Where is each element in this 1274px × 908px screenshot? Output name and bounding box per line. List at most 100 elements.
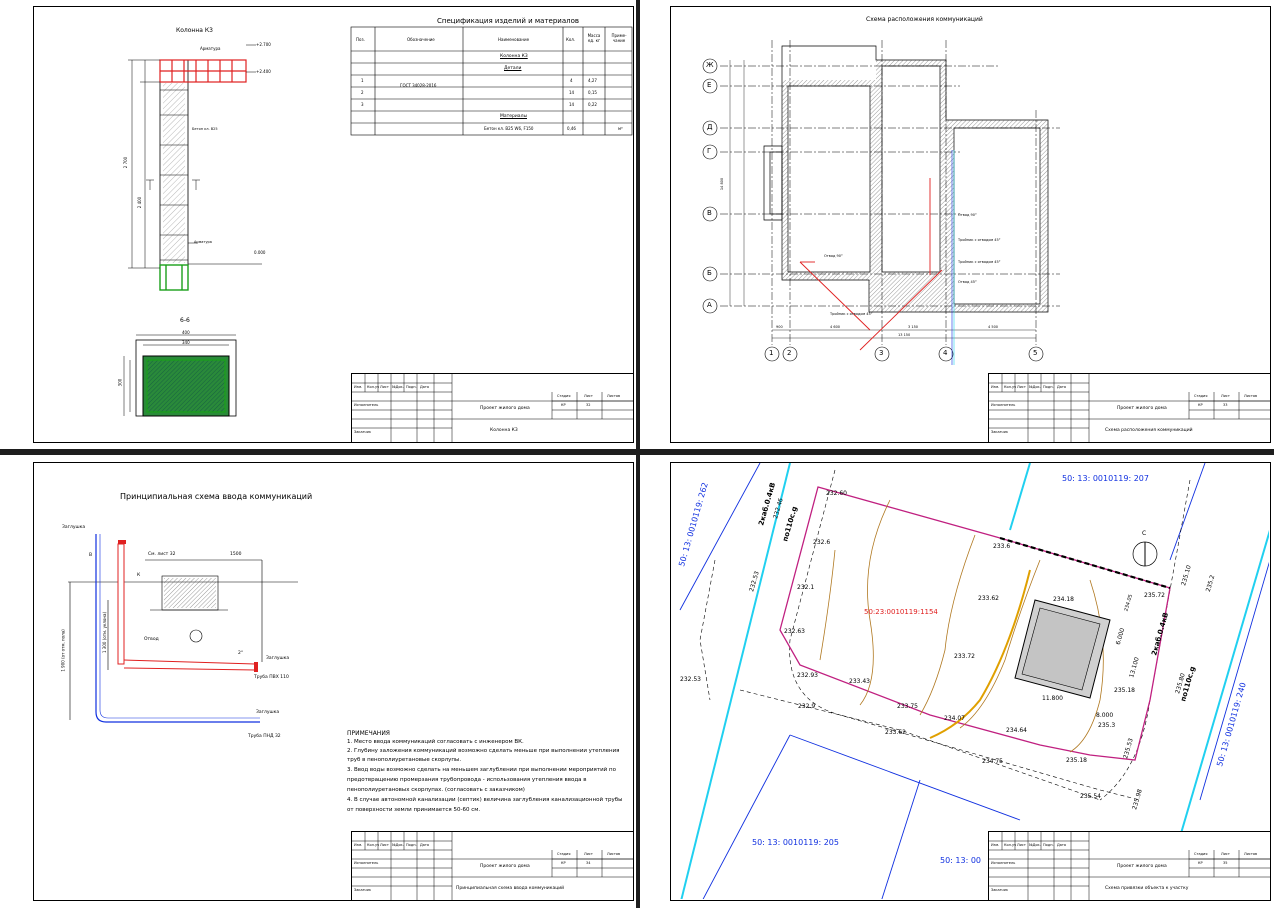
site-elev-6: 232.63: [784, 628, 805, 635]
site-cadastral-main: 50:23:0010119:1154: [864, 608, 938, 616]
label-mark2: +2.400: [256, 69, 271, 74]
site-elev-18: 235.3: [1098, 722, 1116, 729]
column-title: Колонна К3: [176, 27, 213, 34]
site-dim-1: 11.800: [1042, 695, 1063, 702]
stamp3-stage: КР: [561, 861, 566, 865]
stamp3-col-sheet: Лист: [584, 852, 593, 856]
site-elev-9: 233.43: [849, 678, 870, 685]
spec-material-unit: м³: [618, 126, 623, 131]
site-elev-26: 234.18: [1053, 596, 1074, 603]
scheme-sm-list: См. лист 32: [148, 552, 176, 557]
stamp1-h-list: Лист: [380, 385, 389, 389]
stamp1-h-izm: Изм.: [354, 385, 363, 389]
column-section-label: 6-6: [180, 317, 190, 324]
scheme-k: К: [137, 573, 141, 578]
label-sec-h: 300: [117, 378, 123, 387]
plan-dim-b4: 4 500: [988, 325, 999, 329]
stamp1-sheet: 32: [586, 403, 591, 407]
stamp4-h-date: Дата: [1057, 843, 1067, 847]
site-cad-bottom: 50: 13: 0010119: 205: [752, 838, 839, 847]
plan-axis-3: 3: [879, 349, 884, 357]
site-elev-1: 232.60: [826, 490, 847, 497]
scheme-dim1500: 1500: [230, 552, 242, 557]
stamp2-h-date: Дата: [1057, 385, 1067, 389]
site-elev-15: 234.75: [982, 758, 1003, 765]
plan-note-1: Отвод 90°: [824, 254, 843, 258]
stamp4-h-kol: Кол.уч: [1004, 843, 1017, 847]
label-dim-total: 2 700: [123, 156, 129, 169]
stamp1-role2: Заказчик: [354, 430, 371, 434]
stamp-sheet-3: Изм. Кол.уч Лист №Док. Подп. Дата Исполн…: [351, 831, 634, 901]
stamp2-h-kol: Кол.уч: [1004, 385, 1017, 389]
scheme-note-8: от поверхности земли принимается 50-60 с…: [347, 807, 481, 813]
site-elev-24: 235.72: [1144, 592, 1165, 599]
stamp4-col-stage: Стадия: [1194, 852, 1208, 856]
stamp4-h-list: Лист: [1017, 843, 1026, 847]
plan-dim-left-total: 14 800: [720, 177, 725, 191]
spec-h-pos: Поз.: [356, 37, 365, 42]
site-elev-12: 233.75: [897, 703, 918, 710]
label-top-mark: +2.700: [256, 42, 271, 47]
stamp3-role1: Исполнитель: [354, 861, 379, 865]
scheme-b: В: [89, 553, 93, 558]
stamp1-h-kol: Кол.уч: [367, 385, 380, 389]
scheme-note-5: предотвращению промерзания трубопровода …: [347, 777, 587, 783]
stamp2-stage: КР: [1198, 403, 1203, 407]
site-elev-27: 233.62: [978, 595, 999, 602]
site-elev-13: 234.07: [944, 715, 965, 722]
spec-row3-qty: 14: [569, 102, 575, 107]
stamp1-col-sheets: Листов: [607, 394, 621, 398]
stamp3-sheet: 34: [586, 861, 591, 865]
stamp4-h-doc: №Док.: [1029, 843, 1041, 847]
stamp3-col-stage: Стадия: [557, 852, 571, 856]
scheme-title: Принципиальная схема ввода коммуникаций: [120, 492, 313, 501]
plan-axis-g: Г: [707, 147, 712, 155]
stamp4-col-sheet: Лист: [1221, 852, 1230, 856]
stamp1-h-podp: Подп.: [406, 385, 417, 389]
spec-row3-mass: 0,22: [588, 102, 597, 107]
stamp-sheet-4: Изм. Кол.уч Лист №Док. Подп. Дата Исполн…: [988, 831, 1271, 901]
plan-dim-b1: 900: [776, 325, 783, 329]
spec-row1-qty: 4: [570, 78, 573, 83]
stamp3-h-izm: Изм.: [354, 843, 363, 847]
scheme-otvod: Отвод: [144, 637, 159, 642]
site-elev-17: 235.54: [1080, 793, 1101, 800]
stamp2-col-sheets: Листов: [1244, 394, 1258, 398]
scheme-note-6: пенополиуретановых скорлупах. (согласова…: [347, 787, 525, 793]
site-elev-5: 232.1: [797, 584, 815, 591]
label-note-a: Бетон кл. В25: [192, 127, 218, 131]
plan-axis-1: 1: [769, 349, 774, 357]
stamp3-role2: Заказчик: [354, 888, 371, 892]
site-elev-28: 233.72: [954, 653, 975, 660]
stamp3-project: Проект жилого дома: [480, 864, 530, 869]
plan-axis-e: Е: [707, 81, 712, 89]
spec-row1-code: ГОСТ 34028-2016: [400, 83, 437, 88]
plan-title: Схема расположения коммуникаций: [866, 16, 983, 23]
spec-material-qty: 0,46: [567, 126, 576, 131]
stamp1-sheetname: Колонна К3: [490, 428, 518, 433]
plan-note-4: Отвод 90°: [958, 213, 977, 217]
spec-row3-pos: 3: [361, 102, 364, 107]
stamp4-role1: Исполнитель: [991, 861, 1016, 865]
site-elev-16: 235.18: [1066, 757, 1087, 764]
plan-note-3: Тройник с отводом 45°: [958, 260, 1001, 264]
stamp4-sheetname: Схема привязки объекта к участку: [1105, 886, 1189, 891]
stamp2-role1: Исполнитель: [991, 403, 1016, 407]
site-elev-11: 233.62: [885, 729, 906, 736]
label-sec-w1: 400: [182, 330, 190, 335]
spec-row1-mass: 4,27: [588, 78, 597, 83]
scheme-slope: 2°: [238, 651, 244, 656]
site-cad-bottom2: 50: 13: 00: [940, 856, 982, 865]
stamp2-h-izm: Изм.: [991, 385, 1000, 389]
scheme-note-3: труб в пенополиуретановые скорлупы.: [347, 757, 462, 763]
scheme-dim1900: 1 900 (от отм. пола): [60, 629, 66, 672]
stamp1-stage: КР: [561, 403, 566, 407]
stamp4-project: Проект жилого дома: [1117, 864, 1167, 869]
stamp4-h-podp: Подп.: [1043, 843, 1054, 847]
plan-note-2: Тройник с отводом 45°: [958, 238, 1001, 242]
site-elev-10: 232.9: [798, 703, 816, 710]
spec-h-code: Обозначение: [407, 37, 435, 42]
stamp3-col-sheets: Листов: [607, 852, 621, 856]
site-dim-2: 8.000: [1096, 712, 1114, 719]
spec-title: Спецификация изделий и материалов: [437, 17, 579, 25]
